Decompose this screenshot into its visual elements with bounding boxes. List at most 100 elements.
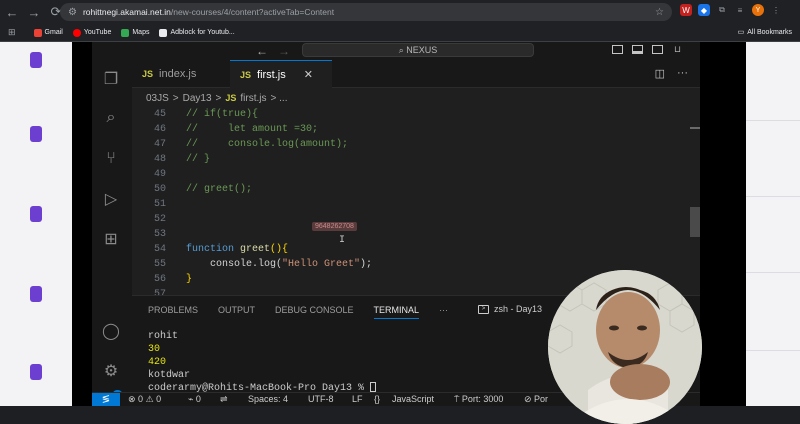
bookmark-maps[interactable]: Maps — [121, 28, 150, 37]
extensions-icon[interactable]: ⊞ — [100, 228, 122, 250]
forward-arrow-icon[interactable]: → — [278, 44, 290, 58]
line-number: 56 — [153, 274, 166, 285]
lms-nav-icon[interactable] — [30, 52, 42, 68]
extensions-area: W ◆ ⧉ ≡ Y ⋮ — [680, 4, 782, 16]
tab-terminal[interactable]: TERMINAL — [373, 305, 420, 319]
bookmarks-bar: ⊞ Gmail YouTube Maps Adblock for Youtub.… — [0, 24, 800, 42]
account-icon[interactable]: ◯ — [100, 320, 122, 342]
profile-avatar[interactable]: Y — [752, 4, 764, 16]
braces-icon[interactable]: {} — [374, 394, 380, 404]
command-center[interactable]: ⌕ NEXUS — [302, 43, 534, 57]
site-info-icon[interactable]: ⚙ — [68, 7, 77, 18]
vscode-titlebar: ← → ⌕ NEXUS ⊔ — [92, 42, 700, 60]
terminal-selector[interactable]: > zsh - Day13 — [478, 304, 542, 314]
media-icon[interactable]: ≡ — [734, 4, 746, 16]
tab-first-js[interactable]: JS first.js ✕ — [230, 60, 332, 88]
folder-icon: ▭ — [737, 29, 745, 36]
customize-layout-icon[interactable]: ⊔ — [674, 44, 681, 55]
bookmark-label: Maps — [132, 29, 150, 36]
code-keyword: function — [186, 244, 235, 255]
lms-nav-icon[interactable] — [30, 286, 42, 302]
indentation-status[interactable]: Spaces: 4 — [248, 394, 288, 404]
code-text: // let amount =30; — [186, 124, 319, 135]
divider — [746, 350, 800, 351]
tab-debug-console[interactable]: DEBUG CONSOLE — [275, 305, 354, 319]
back-icon[interactable]: ← — [2, 2, 22, 22]
breadcrumb-folder[interactable]: Day13 — [183, 93, 212, 104]
breadcrumb-folder[interactable]: 03JS — [146, 93, 169, 104]
tab-problems[interactable]: PROBLEMS — [148, 305, 198, 319]
address-bar[interactable]: ⚙ rohittnegi.akamai.net.in/new-courses/4… — [60, 3, 672, 21]
youtube-icon — [72, 28, 81, 37]
tab-output[interactable]: OUTPUT — [218, 305, 255, 319]
code-text: // } — [186, 154, 211, 165]
extension-icon[interactable]: ◆ — [698, 4, 710, 16]
port-status[interactable]: ⊘ Por — [524, 394, 548, 405]
code-line: 50 // greet(); — [132, 182, 652, 197]
divider — [746, 272, 800, 273]
encoding-status[interactable]: UTF-8 — [308, 394, 334, 404]
run-debug-icon[interactable]: ▷ — [100, 188, 122, 210]
mouse-cursor-icon: I — [339, 235, 346, 246]
error-count: 0 — [138, 394, 144, 404]
toggle-secondary-sidebar-icon[interactable] — [652, 45, 663, 54]
breadcrumb-file[interactable]: first.js — [240, 93, 266, 104]
presenter-image — [548, 270, 702, 424]
lms-nav-icon[interactable] — [30, 364, 42, 380]
bookmark-youtube[interactable]: YouTube — [72, 28, 111, 37]
bookmark-star-icon[interactable]: ☆ — [655, 7, 664, 18]
apps-grid-icon[interactable]: ⊞ — [8, 27, 16, 38]
live-share-icon[interactable]: ⇌ — [220, 394, 228, 405]
port-label: Port: 3000 — [461, 394, 504, 404]
broadcast-icon: ⌁ — [188, 394, 196, 404]
all-bookmarks[interactable]: ▭ All Bookmarks — [737, 28, 792, 37]
line-number: 50 — [153, 184, 166, 195]
bookmark-label: Adblock for Youtub... — [170, 29, 235, 36]
terminal-output[interactable]: rohit 30 420 kotdwar coderarmy@Rohits-Ma… — [148, 330, 377, 395]
remote-indicator-icon[interactable]: ≶ — [92, 393, 120, 406]
terminal-line: 420 — [148, 357, 167, 368]
source-control-icon[interactable]: ⑂ — [100, 148, 122, 170]
code-editor[interactable]: 45 // if(true){ 46 // let amount =30; 47 //… — [132, 107, 700, 336]
toggle-panel-icon[interactable] — [632, 45, 643, 54]
line-number: 47 — [153, 139, 166, 150]
language-status[interactable]: JavaScript — [392, 394, 434, 404]
line-number: 49 — [153, 169, 166, 180]
menu-icon[interactable]: ⋮ — [770, 4, 782, 16]
search-icon[interactable]: ⌕ — [100, 107, 122, 129]
back-arrow-icon[interactable]: ← — [256, 44, 268, 58]
lms-nav-icon[interactable] — [30, 126, 42, 142]
scrollbar-thumb[interactable] — [690, 207, 700, 237]
code-line: 46 // let amount =30; — [132, 122, 652, 137]
all-bookmarks-label: All Bookmarks — [747, 28, 792, 36]
lms-sidebar — [0, 42, 72, 406]
breadcrumb: 03JS > Day13 > JS first.js > ... — [132, 89, 700, 107]
bookmark-gmail[interactable]: Gmail — [33, 28, 63, 37]
toggle-sidebar-icon[interactable] — [612, 45, 623, 54]
ports-indicator[interactable]: ⌁ 0 — [188, 394, 201, 405]
close-icon[interactable]: ✕ — [304, 68, 313, 81]
line-number: 55 — [153, 259, 166, 270]
more-actions-icon[interactable]: ··· — [677, 67, 688, 80]
extension-icon[interactable]: W — [680, 4, 692, 16]
breadcrumb-symbols[interactable]: > ... — [271, 93, 288, 104]
workspace-name: NEXUS — [406, 45, 438, 55]
split-editor-icon[interactable]: ◫ — [655, 67, 665, 80]
maps-icon — [121, 28, 130, 37]
problems-indicator[interactable]: ⊗ 0 ⚠ 0 — [128, 394, 161, 405]
forward-icon[interactable]: → — [24, 2, 44, 22]
tab-index-js[interactable]: JS index.js — [132, 60, 228, 88]
code-line: 55 console.log("Hello Greet"); — [132, 257, 652, 272]
eol-status[interactable]: LF — [352, 394, 363, 404]
minimap[interactable] — [690, 127, 700, 129]
lms-nav-icon[interactable] — [30, 206, 42, 222]
panel-more-button[interactable]: ··· — [439, 305, 448, 319]
extensions-puzzle-icon[interactable]: ⧉ — [716, 4, 728, 16]
activity-bar: ❐ ⌕ ⑂ ▷ ⊞ ◯ ⚙ 1 — [92, 60, 132, 406]
port-tail-label: Por — [534, 394, 549, 404]
bookmark-adblock[interactable]: Adblock for Youtub... — [159, 28, 235, 37]
explorer-icon[interactable]: ❐ — [100, 68, 122, 90]
url-text: rohittnegi.akamai.net.in/new-courses/4/c… — [83, 7, 334, 17]
live-server-port[interactable]: ⍑ Port: 3000 — [454, 394, 503, 405]
settings-gear-icon[interactable]: ⚙ — [100, 360, 122, 382]
